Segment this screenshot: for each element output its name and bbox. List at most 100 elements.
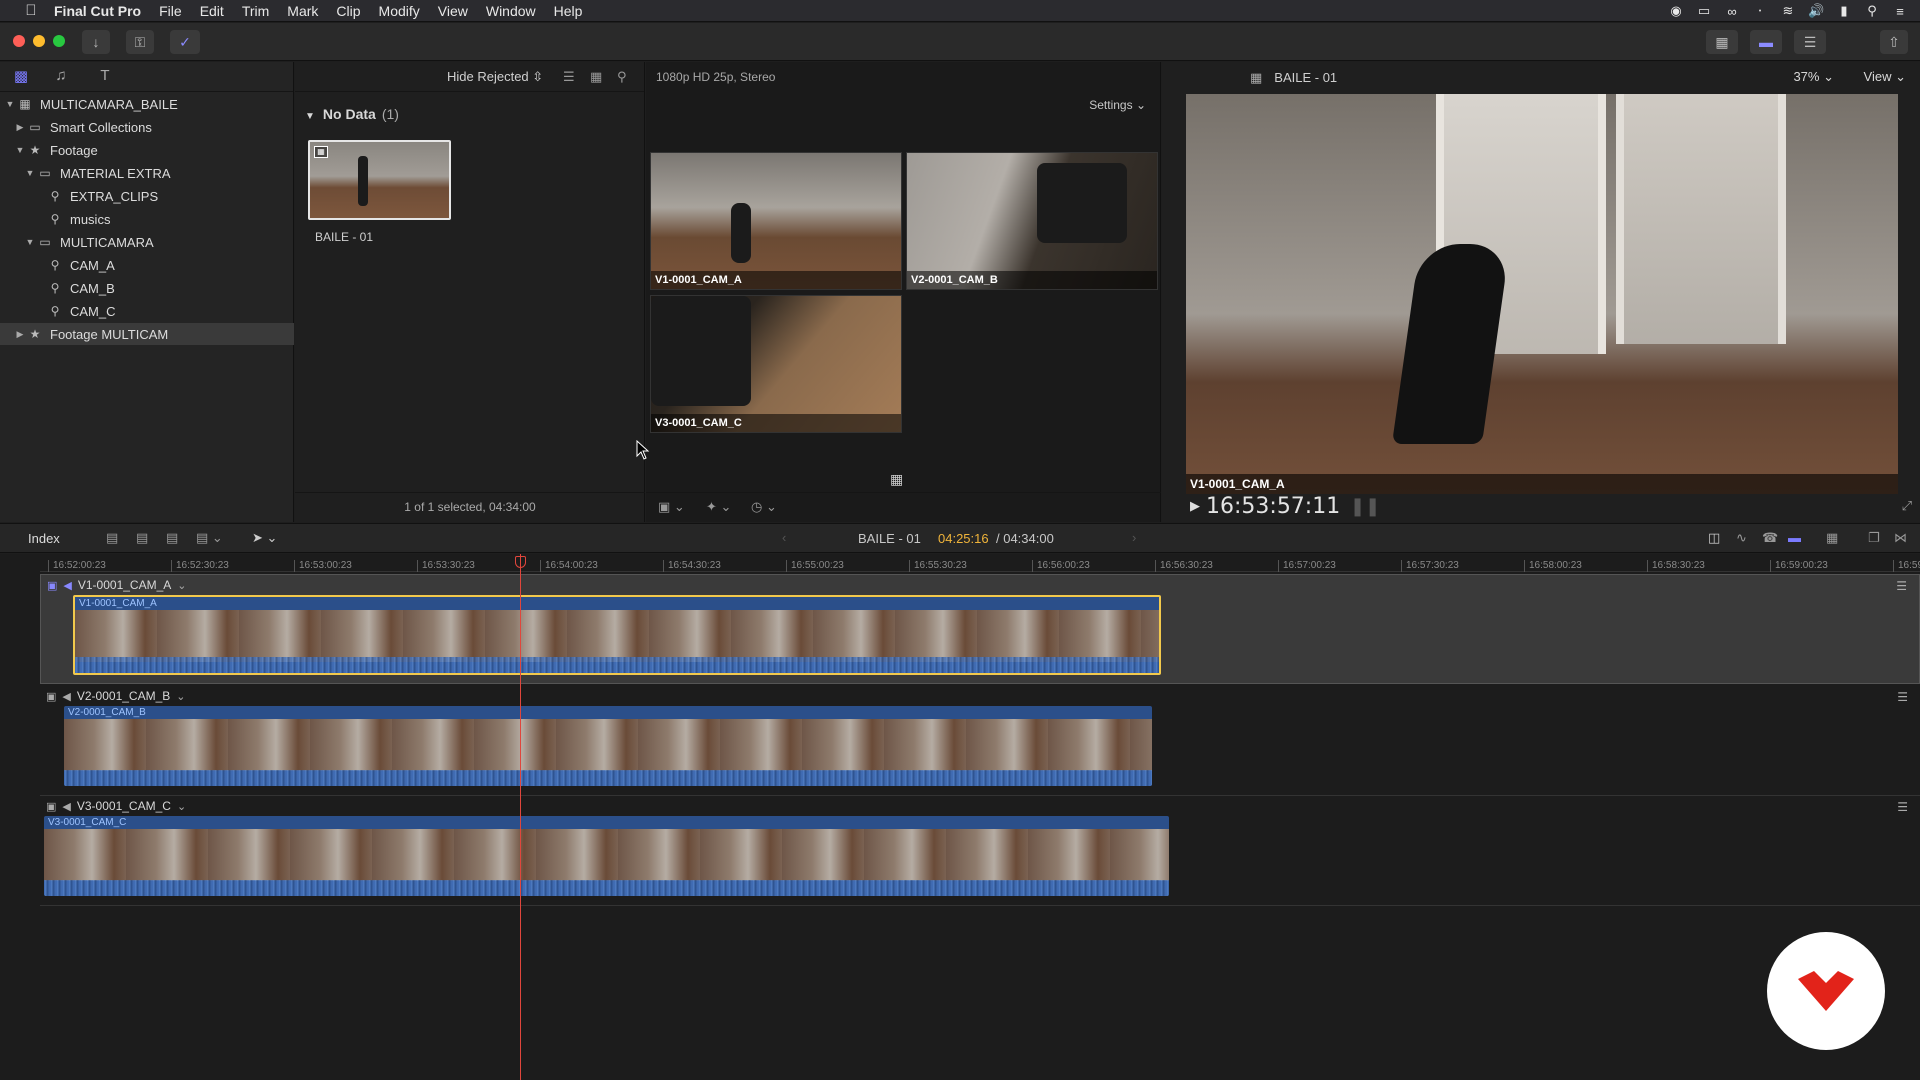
solo-icon[interactable]: ☎ (1762, 530, 1778, 546)
sidebar-item-musics[interactable]: ⚲ musics (0, 208, 294, 230)
browser-layout-icon[interactable]: ▦ (1706, 30, 1738, 54)
audio-monitor-icon[interactable]: ◀ (62, 800, 70, 813)
video-monitor-icon[interactable]: ▣ (46, 800, 56, 813)
filter-dropdown[interactable]: Hide Rejected ⇳ (447, 69, 543, 85)
fullscreen-icon[interactable]: ⤢ (1902, 498, 1912, 514)
connect-clip-icon[interactable]: ▤ (106, 530, 118, 546)
playhead[interactable] (520, 554, 521, 1080)
record-icon[interactable]: ◉ (1668, 3, 1684, 19)
wifi-icon[interactable]: ≋ (1780, 3, 1796, 19)
lane-menu-icon[interactable]: ☰ (1897, 800, 1908, 814)
battery-icon[interactable]: ▮ (1836, 3, 1852, 19)
append-clip-icon[interactable]: ▤ (166, 530, 178, 546)
grid-icon[interactable]: ▦ (1250, 70, 1262, 85)
timeline-layout-icon[interactable]: ▬ (1750, 30, 1782, 54)
timeline-ruler[interactable]: 16:52:00:23 16:52:30:23 16:53:00:23 16:5… (40, 554, 1920, 572)
sidebar-item-smart-collections[interactable]: ▶ ▭ Smart Collections (0, 116, 294, 138)
disclosure-closed-icon[interactable]: ▶ (14, 122, 26, 133)
sidebar-item-library[interactable]: ▼ ▦ MULTICAMARA_BAILE (0, 93, 294, 115)
disclosure-open-icon[interactable]: ▼ (14, 145, 26, 155)
creative-cloud-icon[interactable]: ∞ (1724, 4, 1740, 19)
libraries-icon[interactable]: ▩ (10, 67, 32, 87)
menu-clip[interactable]: Clip (336, 3, 360, 19)
filmstrip-view-icon[interactable]: ▦ (590, 69, 602, 85)
titles-generators-icon[interactable]: T (94, 67, 116, 87)
snapping-icon[interactable]: ▬ (1788, 530, 1801, 545)
disclosure-open-icon[interactable]: ▼ (305, 111, 315, 122)
search-icon[interactable]: ⚲ (617, 69, 627, 85)
apple-menu-icon[interactable]:  (20, 2, 42, 19)
overwrite-clip-icon[interactable]: ▤ ⌄ (196, 530, 223, 546)
angle-cam-c[interactable]: V3-0001_CAM_C (650, 295, 902, 433)
menu-modify[interactable]: Modify (379, 3, 420, 19)
disclosure-open-icon[interactable]: ▼ (24, 237, 36, 247)
retime-icon[interactable]: ◷ ⌄ (751, 499, 777, 515)
index-button[interactable]: Index (28, 531, 60, 546)
clip-appearance-icon[interactable]: ▦ (1826, 530, 1838, 546)
back-arrow-icon[interactable]: ‹ (782, 530, 786, 545)
keyword-key-icon[interactable]: ⚿ (126, 30, 154, 54)
clip-thumbnail[interactable]: ▦ (308, 140, 451, 220)
notification-center-icon[interactable]: ≡ (1892, 4, 1908, 19)
sidebar-item-cam-a[interactable]: ⚲ CAM_A (0, 254, 294, 276)
background-tasks-icon[interactable]: ✓ (170, 30, 200, 54)
menu-mark[interactable]: Mark (287, 3, 318, 19)
timeline-clip-cam-b[interactable]: V2-0001_CAM_B (64, 706, 1152, 786)
transform-crop-icon[interactable]: ▣ ⌄ (658, 499, 685, 515)
disclosure-open-icon[interactable]: ▼ (24, 168, 36, 178)
video-monitor-icon[interactable]: ▣ (46, 690, 56, 703)
chevron-down-icon[interactable]: ⌄ (177, 800, 186, 813)
audio-monitor-icon[interactable]: ◀ (62, 690, 70, 703)
menu-help[interactable]: Help (554, 3, 583, 19)
close-window-button[interactable] (13, 35, 25, 47)
menu-window[interactable]: Window (486, 3, 536, 19)
volume-icon[interactable]: 🔊 (1808, 3, 1824, 19)
menu-trim[interactable]: Trim (242, 3, 269, 19)
disclosure-open-icon[interactable]: ▼ (4, 99, 16, 109)
sidebar-item-cam-b[interactable]: ⚲ CAM_B (0, 277, 294, 299)
angle-lane-cam-b[interactable]: ▣ ◀ V2-0001_CAM_B ⌄ ☰ V2-0001_CAM_B (40, 686, 1920, 796)
photos-audio-icon[interactable]: ♫ (50, 67, 72, 87)
timeline-clip-cam-c[interactable]: V3-0001_CAM_C (44, 816, 1169, 896)
chevron-down-icon[interactable]: ⌄ (177, 579, 186, 592)
sidebar-item-multicamara[interactable]: ▼ ▭ MULTICAMARA (0, 231, 294, 253)
audio-skimming-icon[interactable]: ∿ (1736, 530, 1747, 546)
minimize-window-button[interactable] (33, 35, 45, 47)
lane-menu-icon[interactable]: ☰ (1896, 579, 1907, 593)
zoom-dropdown[interactable]: 37% ⌄ (1793, 69, 1834, 85)
group-header[interactable]: ▼ No Data (1) (305, 106, 399, 122)
timecode-display[interactable]: 16:53:57:11 (1206, 494, 1340, 519)
effects-browser-icon[interactable]: ❐ (1868, 530, 1880, 546)
color-correction-icon[interactable]: ✦ ⌄ (706, 499, 731, 515)
lane-menu-icon[interactable]: ☰ (1897, 690, 1908, 704)
video-monitor-icon[interactable]: ▣ (47, 579, 57, 592)
settings-dropdown[interactable]: Settings ⌄ (1089, 98, 1146, 112)
sidebar-item-footage-multicam[interactable]: ▶ ★ Footage MULTICAM (0, 323, 294, 345)
list-view-icon[interactable]: ☰ (563, 69, 575, 85)
import-icon[interactable]: ↓ (82, 30, 110, 54)
sidebar-item-footage[interactable]: ▼ ★ Footage (0, 139, 294, 161)
insert-clip-icon[interactable]: ▤ (136, 530, 148, 546)
transitions-browser-icon[interactable]: ⋈ (1894, 530, 1907, 546)
timeline-clip-cam-a[interactable]: V1-0001_CAM_A (73, 595, 1161, 675)
forward-arrow-icon[interactable]: › (1132, 530, 1136, 545)
menu-file[interactable]: File (159, 3, 182, 19)
sidebar-item-material-extra[interactable]: ▼ ▭ MATERIAL EXTRA (0, 162, 294, 184)
screen-mirror-icon[interactable]: ▭ (1696, 3, 1712, 19)
angle-grid-icon[interactable]: ▦ (890, 471, 903, 488)
disclosure-closed-icon[interactable]: ▶ (14, 329, 26, 340)
spotlight-search-icon[interactable]: ⚲ (1864, 3, 1880, 19)
skimming-icon[interactable]: ◫ (1708, 530, 1720, 546)
angle-editor-timeline[interactable]: 16:52:00:23 16:52:30:23 16:53:00:23 16:5… (0, 554, 1920, 1080)
play-icon[interactable]: ▶ (1190, 498, 1200, 514)
menu-edit[interactable]: Edit (200, 3, 224, 19)
zoom-window-button[interactable] (53, 35, 65, 47)
video-frame[interactable]: V1-0001_CAM_A (1186, 94, 1898, 494)
sidebar-item-cam-c[interactable]: ⚲ CAM_C (0, 300, 294, 322)
chevron-down-icon[interactable]: ⌄ (176, 690, 185, 703)
select-tool-icon[interactable]: ➤ ⌄ (252, 530, 277, 546)
inspector-icon[interactable]: ☰ (1794, 30, 1826, 54)
menu-app-name[interactable]: Final Cut Pro (54, 3, 141, 19)
bluetooth-icon[interactable]: ᛫ (1752, 4, 1768, 19)
audio-monitor-icon[interactable]: ◀ (63, 579, 71, 592)
